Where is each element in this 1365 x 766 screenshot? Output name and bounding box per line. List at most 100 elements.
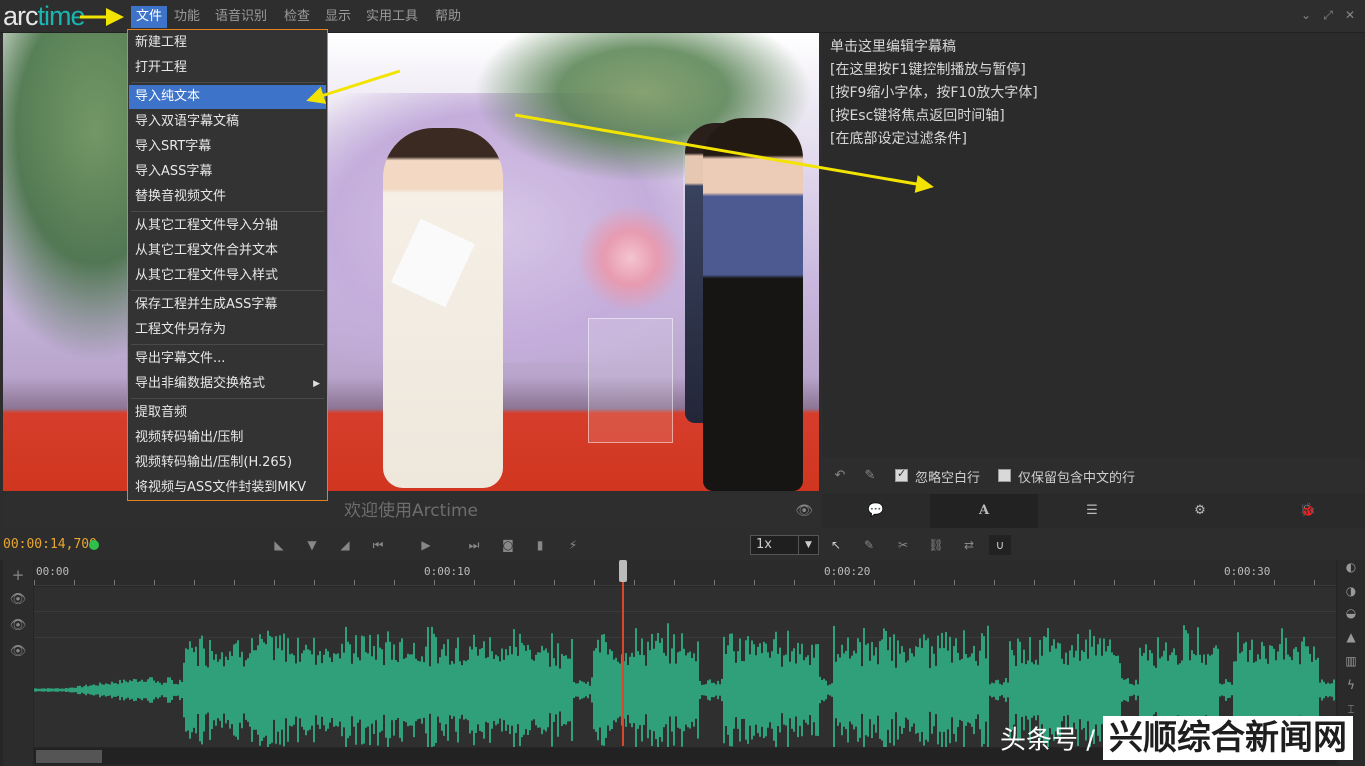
- menu-item-extract-audio[interactable]: 提取音频: [129, 401, 326, 425]
- watermark: 头条号 / 兴顺综合新闻网: [1000, 716, 1354, 762]
- zoom-dial-icon[interactable]: ◑: [1340, 584, 1362, 598]
- swap-icon[interactable]: ⇄: [958, 535, 980, 555]
- split-icon[interactable]: ⌶: [1340, 702, 1362, 717]
- speed-select[interactable]: 1x ▼: [750, 535, 819, 555]
- menu-item-import-bilingual[interactable]: 导入双语字幕文稿: [129, 110, 326, 134]
- scrollbar-thumb[interactable]: [36, 750, 102, 763]
- menu-item-export-nle[interactable]: 导出非编数据交换格式 ▶: [129, 372, 326, 396]
- eye-icon[interactable]: 👁: [3, 644, 33, 659]
- watermark-source: 头条号 /: [1000, 725, 1096, 756]
- bookmark-icon[interactable]: ▮: [529, 535, 551, 555]
- menu-check[interactable]: 检查: [279, 6, 315, 28]
- menu-item-mux-mkv[interactable]: 将视频与ASS文件封装到MKV: [129, 476, 326, 500]
- script-line: [按Esc键将焦点返回时间轴]: [830, 108, 1005, 124]
- magic-wand-icon[interactable]: ⚡: [562, 535, 584, 555]
- menu-tools[interactable]: 实用工具: [361, 6, 423, 28]
- eye-icon[interactable]: 👁: [795, 494, 813, 528]
- presenter-figure: [383, 128, 503, 488]
- menu-item-export-subtitles[interactable]: 导出字幕文件...: [129, 347, 326, 371]
- menu-item-import-style[interactable]: 从其它工程文件导入样式: [129, 264, 326, 288]
- video-preview[interactable]: [3, 33, 819, 491]
- time-ruler[interactable]: 00:00 0:00:10 0:00:20 0:00:30: [34, 560, 1336, 586]
- mark-in-icon[interactable]: ◣: [268, 535, 290, 555]
- guest-figure-2: [703, 118, 803, 491]
- close-icon[interactable]: ✕: [1343, 8, 1357, 22]
- speed-value: 1x: [756, 537, 772, 552]
- pencil-icon[interactable]: ✎: [861, 468, 879, 484]
- script-line: [在底部设定过滤条件]: [830, 131, 967, 147]
- track-header-column: + 👁 👁 👁: [3, 560, 33, 766]
- app-logo: arctime: [3, 1, 86, 31]
- eye-icon[interactable]: 👁: [3, 592, 33, 607]
- menu-file[interactable]: 文件: [131, 6, 168, 28]
- menu-item-save-as[interactable]: 工程文件另存为: [129, 318, 326, 342]
- timecode-display: 00:00:14,700: [3, 537, 97, 552]
- watermark-brand: 兴顺综合新闻网: [1103, 716, 1354, 760]
- spectrum-mode-icon[interactable]: ▥: [1340, 654, 1362, 668]
- skip-back-icon[interactable]: ⏮: [367, 535, 389, 555]
- menu-help[interactable]: 帮助: [430, 6, 466, 28]
- tab-bug-icon[interactable]: 🐞: [1254, 494, 1362, 528]
- menu-item-import-timing[interactable]: 从其它工程文件导入分轴: [129, 214, 326, 238]
- panel-tabs: 💬 A ☰ ⚙ 🐞: [822, 494, 1365, 528]
- menu-item-transcode[interactable]: 视频转码输出/压制: [129, 426, 326, 450]
- pointer-tool-icon[interactable]: ↖: [825, 535, 847, 555]
- playhead-handle[interactable]: [619, 560, 627, 582]
- status-led: [89, 540, 99, 550]
- tab-settings-icon[interactable]: ⚙: [1146, 494, 1254, 528]
- menu-item-label: 导出非编数据交换格式: [135, 376, 266, 391]
- chinese-only-label: 仅保留包含中文的行: [1018, 471, 1136, 486]
- play-icon[interactable]: ▶: [415, 535, 437, 555]
- ruler-ticks: [34, 580, 1336, 585]
- flash-icon[interactable]: ϟ: [1340, 678, 1362, 692]
- fullscreen-icon[interactable]: ⤢: [1321, 8, 1335, 22]
- tab-list-icon[interactable]: ☰: [1038, 494, 1146, 528]
- menu-item-save-generate-ass[interactable]: 保存工程并生成ASS字幕: [129, 293, 326, 317]
- menu-item-transcode-h265[interactable]: 视频转码输出/压制(H.265): [129, 451, 326, 475]
- menu-separator: [131, 344, 324, 345]
- menu-item-import-plain-text[interactable]: 导入纯文本: [129, 85, 326, 109]
- add-track-icon[interactable]: +: [3, 566, 33, 584]
- menu-item-import-srt[interactable]: 导入SRT字幕: [129, 135, 326, 159]
- skip-forward-icon[interactable]: ⏭: [463, 535, 485, 555]
- menu-function[interactable]: 功能: [169, 6, 205, 28]
- chinese-only-checkbox[interactable]: [998, 469, 1011, 482]
- collapse-icon[interactable]: ⌄: [1299, 8, 1313, 22]
- link-icon[interactable]: ⛓: [925, 535, 947, 555]
- playhead: [622, 560, 624, 746]
- zoom-dial-icon[interactable]: ◐: [1340, 560, 1362, 574]
- scissors-icon[interactable]: ✂: [892, 535, 914, 555]
- subtitle-script-editor[interactable]: 单击这里编辑字幕稿 [在这里按F1键控制播放与暂停] [按F9缩小字体，按F10…: [822, 33, 1365, 458]
- menu-item-import-ass[interactable]: 导入ASS字幕: [129, 160, 326, 184]
- ignore-blank-checkbox[interactable]: [895, 467, 908, 482]
- ruler-label: 00:00: [36, 565, 70, 578]
- menu-display[interactable]: 显示: [320, 6, 356, 28]
- menu-separator: [131, 290, 324, 291]
- edit-tool-icon[interactable]: ✎: [858, 535, 880, 555]
- eye-icon[interactable]: 👁: [3, 618, 33, 633]
- menu-item-merge-text[interactable]: 从其它工程文件合并文本: [129, 239, 326, 263]
- acrylic-stand: [588, 318, 673, 443]
- magnet-icon[interactable]: ∪: [989, 535, 1011, 555]
- script-line: [在这里按F1键控制播放与暂停]: [830, 62, 1026, 78]
- script-line: 单击这里编辑字幕稿: [830, 39, 956, 55]
- video-status-bar: 欢迎使用Arctime 👁: [3, 494, 819, 528]
- menu-speech-recognition[interactable]: 语音识别: [210, 6, 272, 28]
- tab-comment-icon[interactable]: 💬: [822, 494, 930, 528]
- menu-item-new-project[interactable]: 新建工程: [129, 31, 326, 55]
- waveform-mode-icon[interactable]: ▲: [1340, 630, 1362, 644]
- menu-item-replace-media[interactable]: 替换音视频文件: [129, 185, 326, 209]
- camera-icon[interactable]: ◙: [497, 535, 519, 555]
- flower-arrangement: [578, 203, 683, 313]
- undo-icon[interactable]: ↶: [831, 468, 849, 484]
- mark-out-icon[interactable]: ◢: [334, 535, 356, 555]
- tab-font-icon[interactable]: A: [930, 494, 1038, 528]
- arctime-window: arctime 文件 功能 语音识别 检查 显示 实用工具 帮助 ⌄ ⤢ ✕ 欢…: [0, 0, 1365, 766]
- chevron-down-icon: ▼: [798, 536, 818, 554]
- drop-marker-icon[interactable]: ▼: [301, 535, 323, 555]
- menu-item-open-project[interactable]: 打开工程: [129, 56, 326, 80]
- menu-separator: [131, 211, 324, 212]
- menu-separator: [131, 82, 324, 83]
- zoom-dial-icon[interactable]: ◒: [1340, 606, 1362, 620]
- logo-text-arc: arc: [3, 1, 39, 31]
